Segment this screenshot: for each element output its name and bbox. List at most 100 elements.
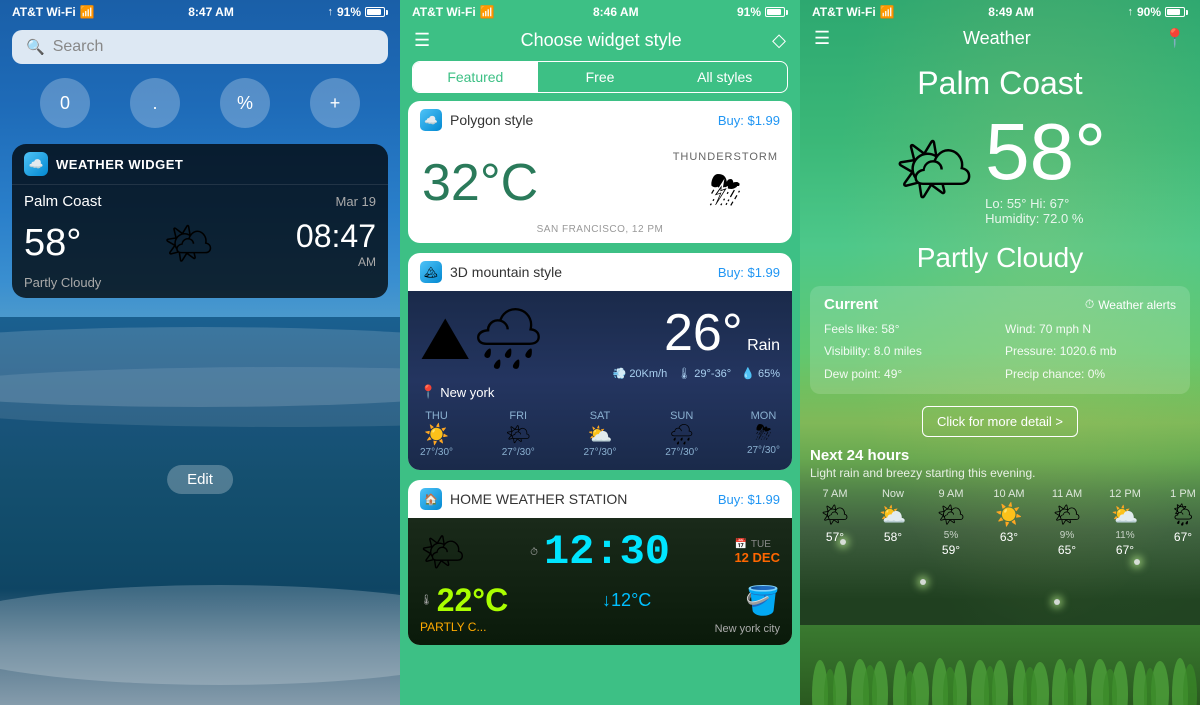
hour-pct-9am: 5% xyxy=(926,530,976,541)
pressure: Pressure: 1020.6 mb xyxy=(1005,341,1176,361)
mountain-app-icon: 🏔 xyxy=(420,261,442,283)
battery-body-2 xyxy=(765,7,785,17)
forecast-sun-icon: 🌧 xyxy=(665,422,698,447)
numpad-plus[interactable]: + xyxy=(310,78,360,128)
hour-item-7am: 7 AM 🌤 57° xyxy=(810,488,860,557)
sun-cloud-icon: 🌤 xyxy=(894,132,975,207)
forecast-sat-day: SAT xyxy=(583,410,616,422)
main-weather-row: 🌤 58° Lo: 55° Hi: 67° Humidity: 72.0 % xyxy=(800,102,1200,236)
hws-app-icon: 🏠 xyxy=(420,488,442,510)
status-right-3: ↑ 90% xyxy=(1127,5,1188,19)
hour-temp-now: 58° xyxy=(868,530,918,544)
wave2 xyxy=(0,367,400,427)
hws-card-header: 🏠 HOME WEATHER STATION Buy: $1.99 xyxy=(408,480,792,518)
widget-weather-icon: 🌤 xyxy=(163,220,214,267)
battery-pct-1: 91% xyxy=(337,5,361,19)
edit-button[interactable]: Edit xyxy=(167,465,233,494)
weather-alerts-label: Weather alerts xyxy=(1098,298,1176,312)
hour-label-12pm: 12 PM xyxy=(1100,488,1150,500)
mountain-range: 🌡 29°-36° xyxy=(677,367,731,380)
mountain-wind: 💨 20Km/h xyxy=(613,367,668,380)
detail-button[interactable]: Click for more detail > xyxy=(922,406,1078,437)
widget-temp-row: 58° 🌤 08:47 AM xyxy=(12,214,388,273)
diamond-icon[interactable]: ◇ xyxy=(772,30,786,51)
forecast-fri: FRI 🌤 27°/30° xyxy=(502,410,535,458)
widget-app-icon: ☁️ xyxy=(24,152,48,176)
mountain-icon-col: ⛰🌧 xyxy=(420,303,547,374)
widget-mountain-card[interactable]: 🏔 3D mountain style Buy: $1.99 ⛰🌧 26° Ra… xyxy=(408,253,792,470)
numpad-pct[interactable]: % xyxy=(220,78,270,128)
polygon-name: Polygon style xyxy=(450,112,533,128)
weather-widget-card[interactable]: ☁️ WEATHER WIDGET Palm Coast Mar 19 58° … xyxy=(12,144,388,298)
widget-location-row: Palm Coast Mar 19 xyxy=(12,185,388,214)
hws-partly-cloudy: PARTLY C... xyxy=(420,620,486,634)
hws-temp: 22°C xyxy=(437,582,509,619)
widget-hws-card[interactable]: 🏠 HOME WEATHER STATION Buy: $1.99 🌤 ⏱ 12… xyxy=(408,480,792,645)
hws-temp-row: 🌡 22°C xyxy=(420,582,508,619)
hws-date-col: 📅 TUE 12 DEC xyxy=(734,539,780,565)
hour-icon-7am: 🌤 xyxy=(810,502,860,528)
grass-svg xyxy=(800,625,1200,705)
hour-icon-12pm: ⛅ xyxy=(1100,502,1150,528)
panel-ios-home: AT&T Wi-Fi 📶 8:47 AM ↑ 91% 🔍 Search 0 . xyxy=(0,0,400,705)
polygon-card-header: ☁️ Polygon style Buy: $1.99 xyxy=(408,101,792,139)
widget-polygon-card[interactable]: ☁️ Polygon style Buy: $1.99 32°C THUNDER… xyxy=(408,101,792,243)
hws-bottom-row: PARTLY C... New york city xyxy=(420,619,780,635)
hws-title-row: 🏠 HOME WEATHER STATION xyxy=(420,488,627,510)
forecast-fri-day: FRI xyxy=(502,410,535,422)
weather-stats-grid: Feels like: 58° Wind: 70 mph N Visibilit… xyxy=(824,319,1176,384)
polygon-location: SAN FRANCISCO, 12 PM xyxy=(408,220,792,243)
carrier-3: AT&T Wi-Fi xyxy=(812,5,876,19)
mountain-condition-col: 26° Rain 💨 20Km/h 🌡 29°-36° 💧 65% xyxy=(613,303,780,380)
hws-city: New york city xyxy=(715,623,780,635)
hour-pct-11am: 9% xyxy=(1042,530,1092,541)
tab-featured[interactable]: Featured xyxy=(413,62,538,92)
ocean-bg xyxy=(0,317,400,705)
polygon-app-icon: ☁️ xyxy=(420,109,442,131)
hws-thermo-icon: 🌡 xyxy=(420,595,433,606)
hour-icon-11am: 🌤 xyxy=(1042,502,1092,528)
tab-all-styles[interactable]: All styles xyxy=(662,62,787,92)
panel-weather-detail: AT&T Wi-Fi 📶 8:49 AM ↑ 90% ☰ Weather 📍 P… xyxy=(800,0,1200,705)
forecast-thu: THU ☀️ 27°/30° xyxy=(420,410,453,458)
search-icon: 🔍 xyxy=(26,38,45,56)
battery-icon-1 xyxy=(365,7,388,17)
hour-item-1pm: 1 PM 🌦 67° xyxy=(1158,488,1200,557)
widget-location: Palm Coast xyxy=(24,193,102,210)
weather-alerts-row[interactable]: ⏱ Weather alerts xyxy=(1085,297,1176,312)
hour-item-now: Now ⛅ 58° xyxy=(868,488,918,557)
carrier-2: AT&T Wi-Fi xyxy=(412,5,476,19)
forecast-sat: SAT ⛅ 27°/30° xyxy=(583,410,616,458)
widget-date: Mar 19 xyxy=(336,194,376,209)
hws-weather-icon: 🌤 xyxy=(420,531,466,573)
search-bar[interactable]: 🔍 Search xyxy=(12,30,388,64)
tab-free[interactable]: Free xyxy=(538,62,663,92)
current-title: Current xyxy=(824,296,878,313)
glow-dot-3 xyxy=(920,579,926,585)
time-2: 8:46 AM xyxy=(593,5,639,19)
style-tabs: Featured Free All styles xyxy=(412,61,788,93)
widget-am-pm: AM xyxy=(296,255,376,269)
current-header: Current ⏱ Weather alerts xyxy=(824,296,1176,313)
forecast-mon-day: MON xyxy=(747,410,780,422)
hamburger-icon-3[interactable]: ☰ xyxy=(814,28,830,49)
status-bar-3: AT&T Wi-Fi 📶 8:49 AM ↑ 90% xyxy=(800,0,1200,24)
hour-label-7am: 7 AM xyxy=(810,488,860,500)
numpad-dot[interactable]: . xyxy=(130,78,180,128)
battery-icon-3 xyxy=(1165,7,1188,17)
wifi-icon-2: 📶 xyxy=(480,5,495,19)
widget-title: WEATHER WIDGET xyxy=(56,157,183,172)
polygon-temp: 32°C xyxy=(422,153,538,213)
hour-temp-12pm: 67° xyxy=(1100,543,1150,557)
chooser-title: Choose widget style xyxy=(430,30,772,51)
hour-label-10am: 10 AM xyxy=(984,488,1034,500)
main-temperature: 58° xyxy=(985,112,1106,192)
hws-row2: 🌡 22°C ↓12°C 🪣 xyxy=(420,582,780,619)
location-pin-icon[interactable]: 📍 xyxy=(1164,28,1186,49)
current-conditions-section: Current ⏱ Weather alerts Feels like: 58°… xyxy=(810,286,1190,394)
widget-time-col: 08:47 AM xyxy=(296,218,376,269)
hamburger-icon[interactable]: ☰ xyxy=(414,30,430,51)
temp-col: 58° Lo: 55° Hi: 67° Humidity: 72.0 % xyxy=(985,112,1106,226)
location-arrow-1: ↑ xyxy=(327,6,333,18)
numpad-0[interactable]: 0 xyxy=(40,78,90,128)
